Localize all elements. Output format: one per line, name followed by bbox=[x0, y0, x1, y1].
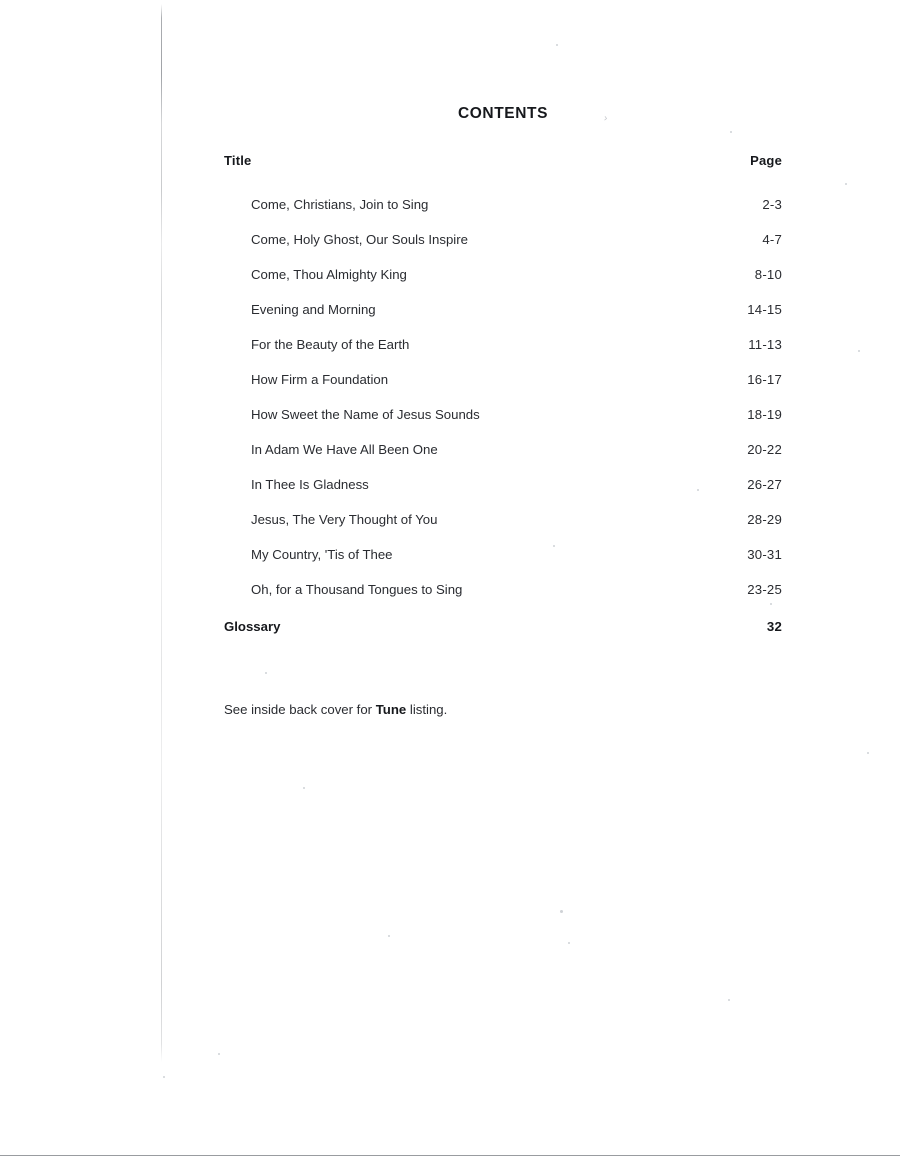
toc-entry-pages: 30-31 bbox=[747, 547, 782, 562]
toc-entry: Jesus, The Very Thought of You 28-29 bbox=[224, 502, 782, 537]
toc-section-glossary: Glossary 32 bbox=[224, 609, 782, 644]
toc-entry: My Country, 'Tis of Thee 30-31 bbox=[224, 537, 782, 572]
scan-speck bbox=[730, 131, 732, 133]
scan-speck bbox=[858, 350, 860, 352]
scan-edge-line bbox=[161, 4, 162, 1062]
scan-speck bbox=[556, 44, 558, 46]
document-page: › CONTENTS Title Page Come, Christians, … bbox=[0, 0, 900, 1158]
toc-entry-pages: 14-15 bbox=[747, 302, 782, 317]
toc-entry-title: Jesus, The Very Thought of You bbox=[251, 512, 438, 527]
footnote: See inside back cover for Tune listing. bbox=[224, 702, 447, 717]
scan-speck bbox=[867, 752, 869, 754]
toc-entry-pages: 4-7 bbox=[762, 232, 782, 247]
toc-entry-pages: 11-13 bbox=[748, 337, 782, 352]
toc-column-header: Title Page bbox=[224, 143, 782, 187]
toc-entry-title: How Sweet the Name of Jesus Sounds bbox=[251, 407, 480, 422]
toc-entry: In Thee Is Gladness 26-27 bbox=[224, 467, 782, 502]
toc-entry-pages: 8-10 bbox=[754, 267, 782, 282]
toc-entry: For the Beauty of the Earth 11-13 bbox=[224, 327, 782, 362]
toc-entry-title: Come, Thou Almighty King bbox=[251, 267, 407, 282]
scan-speck bbox=[218, 1053, 220, 1055]
toc-entry-title: Come, Christians, Join to Sing bbox=[251, 197, 429, 212]
footnote-text-after: listing. bbox=[406, 702, 448, 717]
toc-entry-title: In Adam We Have All Been One bbox=[251, 442, 438, 457]
toc-entry: In Adam We Have All Been One 20-22 bbox=[224, 432, 782, 467]
scan-speck bbox=[560, 910, 563, 913]
toc-entry-title: My Country, 'Tis of Thee bbox=[251, 547, 393, 562]
toc-entry-pages: 20-22 bbox=[747, 442, 782, 457]
toc-entry: Oh, for a Thousand Tongues to Sing 23-25 bbox=[224, 572, 782, 607]
toc-entry: How Sweet the Name of Jesus Sounds 18-19 bbox=[224, 397, 782, 432]
scan-speck bbox=[728, 999, 730, 1001]
column-header-title: Title bbox=[224, 153, 252, 168]
toc-entry-pages: 26-27 bbox=[747, 477, 782, 492]
scan-speck bbox=[163, 1076, 165, 1078]
scan-speck bbox=[265, 672, 267, 674]
scan-speck bbox=[845, 183, 847, 185]
toc-entry-title: In Thee Is Gladness bbox=[251, 477, 369, 492]
toc-entry-title: Evening and Morning bbox=[251, 302, 376, 317]
toc-entry-pages: 2-3 bbox=[762, 197, 782, 212]
scan-speck bbox=[303, 787, 305, 789]
scan-bottom-rule bbox=[0, 1155, 900, 1156]
toc-entry-pages: 28-29 bbox=[747, 512, 782, 527]
toc-entry: How Firm a Foundation 16-17 bbox=[224, 362, 782, 397]
toc-entry: Evening and Morning 14-15 bbox=[224, 292, 782, 327]
column-header-page: Page bbox=[750, 153, 782, 168]
toc-entry-title: How Firm a Foundation bbox=[251, 372, 389, 387]
toc-entry-title: For the Beauty of the Earth bbox=[251, 337, 410, 352]
toc-entry-pages: 18-19 bbox=[747, 407, 782, 422]
scan-speck bbox=[568, 942, 570, 944]
toc-entry: Come, Christians, Join to Sing 2-3 bbox=[224, 187, 782, 222]
toc-section-pages: 32 bbox=[766, 619, 782, 634]
table-of-contents: Title Page Come, Christians, Join to Sin… bbox=[224, 143, 782, 644]
toc-entry: Come, Holy Ghost, Our Souls Inspire 4-7 bbox=[224, 222, 782, 257]
toc-entry: Come, Thou Almighty King 8-10 bbox=[224, 257, 782, 292]
scan-speck bbox=[388, 935, 390, 937]
toc-entry-title: Oh, for a Thousand Tongues to Sing bbox=[251, 582, 463, 597]
toc-entry-pages: 16-17 bbox=[747, 372, 782, 387]
toc-section-title: Glossary bbox=[224, 619, 281, 634]
footnote-emphasis: Tune bbox=[375, 702, 407, 717]
page-title: CONTENTS bbox=[457, 105, 549, 122]
toc-entry-pages: 23-25 bbox=[747, 582, 782, 597]
toc-entry-title: Come, Holy Ghost, Our Souls Inspire bbox=[251, 232, 468, 247]
footnote-text-before: See inside back cover for bbox=[224, 702, 376, 717]
